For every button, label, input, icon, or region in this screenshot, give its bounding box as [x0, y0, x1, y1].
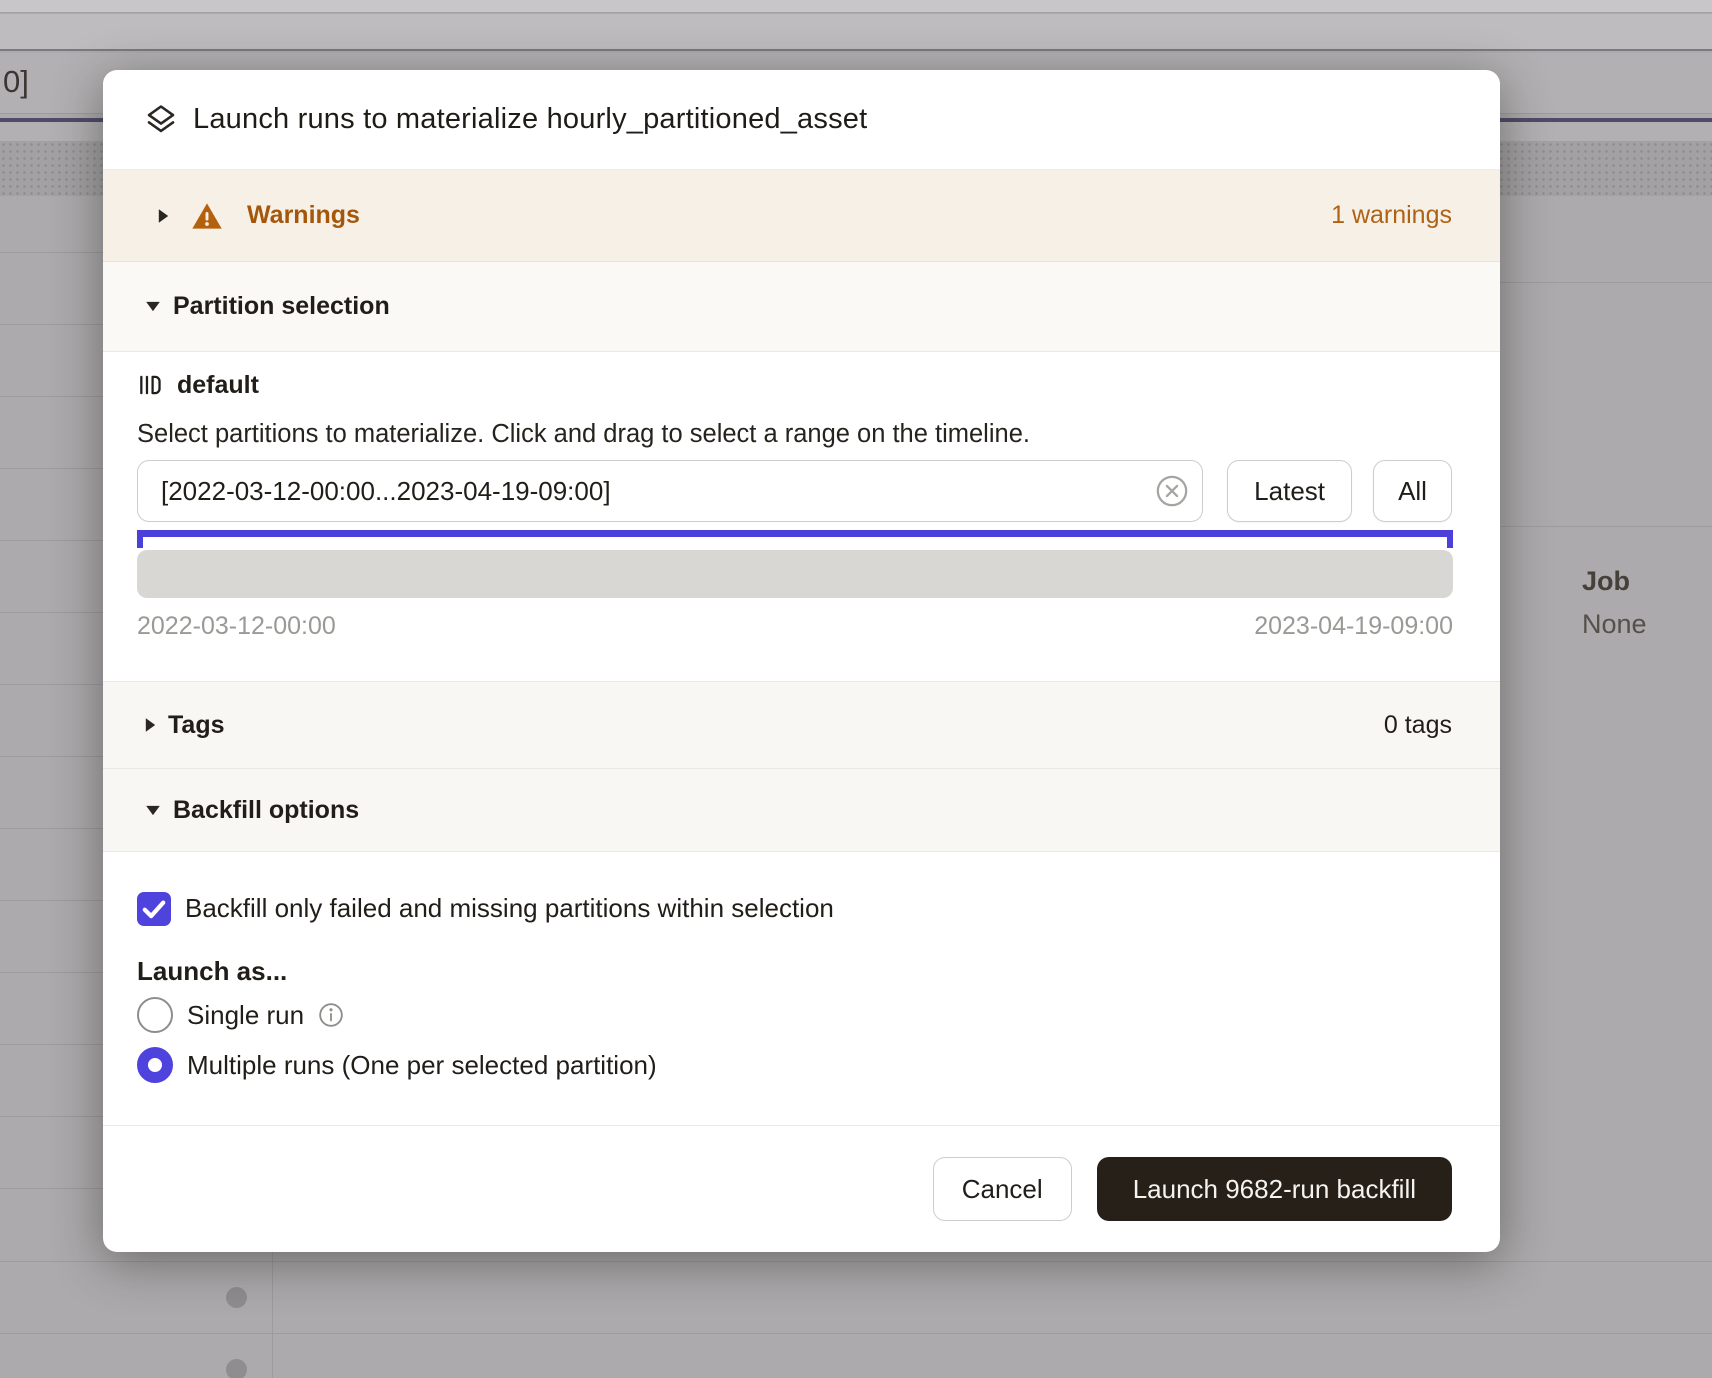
tags-count: 0 tags [1384, 711, 1452, 740]
background-truncated-text: 0] [3, 64, 29, 100]
partition-range-input[interactable] [137, 460, 1203, 522]
warnings-label: Warnings [247, 201, 360, 230]
launch-backfill-dialog: Launch runs to materialize hourly_partit… [103, 70, 1500, 1252]
chevron-down-icon [146, 302, 160, 311]
background-top-strip [0, 0, 1712, 13]
timeline-end-label: 2023-04-19-09:00 [1254, 612, 1453, 642]
dimension-name: default [177, 371, 259, 400]
background-table-rows-left [0, 181, 103, 1252]
all-button[interactable]: All [1373, 460, 1452, 522]
partition-selection-body: default Select partitions to materialize… [103, 352, 1500, 681]
background-toolbar-strip [0, 14, 1712, 51]
partition-timeline[interactable] [137, 550, 1453, 598]
warning-icon [191, 201, 223, 231]
background-job-column-header: Job [1582, 566, 1630, 597]
backfill-options-body: Backfill only failed and missing partiti… [103, 852, 1500, 1125]
cancel-button[interactable]: Cancel [933, 1157, 1072, 1221]
dialog-header: Launch runs to materialize hourly_partit… [103, 70, 1500, 170]
backfill-options-section-header[interactable]: Backfill options [103, 769, 1500, 852]
launch-as-label: Launch as... [137, 955, 1452, 987]
info-icon[interactable] [318, 1002, 344, 1028]
background-row-divider [0, 1333, 1712, 1334]
selection-range-indicator [137, 530, 1453, 548]
background-row-divider [0, 1261, 1712, 1262]
clear-icon[interactable] [1155, 474, 1189, 508]
partition-dimension-icon [137, 372, 163, 398]
asset-layers-icon [143, 102, 179, 138]
background-job-value: None [1582, 609, 1647, 640]
single-run-option[interactable]: Single run [137, 997, 1452, 1033]
tags-title: Tags [168, 711, 225, 740]
partition-selection-title: Partition selection [173, 292, 390, 321]
dialog-footer: Cancel Launch 9682-run backfill [103, 1125, 1500, 1252]
background-status-dot [226, 1287, 247, 1308]
background-column-divider [272, 1252, 273, 1378]
partition-selection-section-header[interactable]: Partition selection [103, 262, 1500, 352]
multiple-runs-label: Multiple runs (One per selected partitio… [187, 1050, 657, 1081]
background-row-divider [1496, 282, 1712, 283]
backfill-failed-missing-checkbox[interactable] [137, 892, 171, 926]
warnings-section-header[interactable]: Warnings 1 warnings [103, 170, 1500, 262]
background-row-divider [1496, 526, 1712, 527]
multiple-runs-option[interactable]: Multiple runs (One per selected partitio… [137, 1047, 1452, 1083]
partition-range-input-wrapper [137, 460, 1203, 522]
chevron-down-icon [146, 805, 160, 814]
warnings-count: 1 warnings [1331, 201, 1452, 230]
single-run-radio[interactable] [137, 997, 173, 1033]
multiple-runs-radio[interactable] [137, 1047, 173, 1083]
chevron-right-icon [146, 718, 155, 732]
backfill-options-title: Backfill options [173, 796, 359, 825]
timeline-start-label: 2022-03-12-00:00 [137, 612, 336, 642]
chevron-right-icon [159, 209, 168, 223]
backfill-failed-missing-label: Backfill only failed and missing partiti… [185, 893, 834, 924]
screen: 0] Job None Launch runs to materialize h… [0, 0, 1712, 1378]
background-status-dot [226, 1359, 247, 1378]
partition-selection-description: Select partitions to materialize. Click … [137, 418, 1452, 450]
single-run-label: Single run [187, 1000, 304, 1031]
dialog-title: Launch runs to materialize hourly_partit… [193, 103, 867, 136]
latest-button[interactable]: Latest [1227, 460, 1352, 522]
tags-section-header[interactable]: Tags 0 tags [103, 681, 1500, 769]
launch-backfill-button[interactable]: Launch 9682-run backfill [1097, 1157, 1452, 1221]
